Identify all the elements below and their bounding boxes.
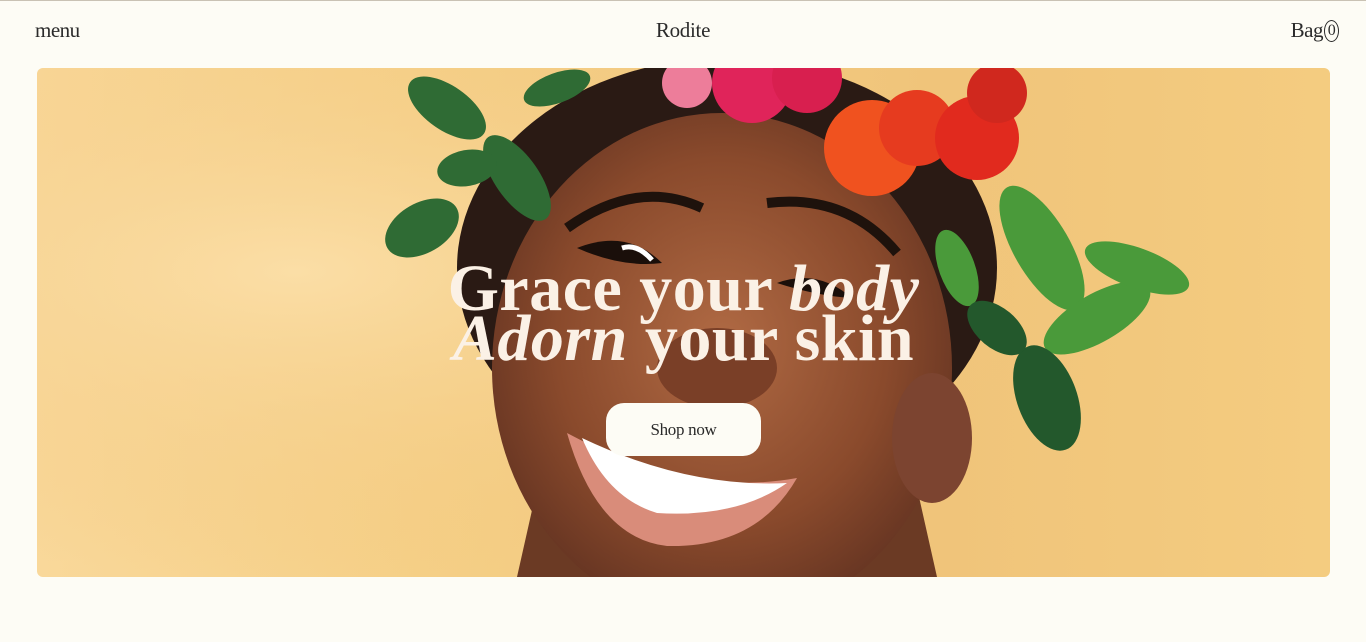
bag-count-badge: 0: [1324, 19, 1339, 42]
bag-label: Bag: [1290, 18, 1324, 42]
shop-now-button[interactable]: Shop now: [606, 403, 761, 456]
bag-button[interactable]: Bag 0: [1291, 18, 1339, 43]
headline-line-2: Adorn your skin: [37, 306, 1330, 372]
hero-headline: Grace your body Adorn your skin: [37, 256, 1330, 372]
hero-banner: Grace your body Adorn your skin Shop now: [37, 68, 1330, 577]
site-header: menu Rodite Bag 0: [0, 0, 1366, 66]
headline-text-skin: your skin: [627, 302, 915, 375]
brand-logo[interactable]: Rodite: [0, 18, 1366, 43]
headline-text-adorn: Adorn: [452, 302, 628, 375]
